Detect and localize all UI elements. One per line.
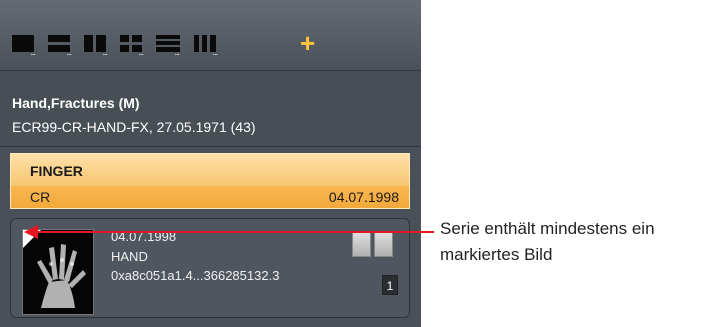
add-layout-button[interactable]: + <box>300 30 315 56</box>
callout-arrow-icon <box>24 225 38 239</box>
split-view-right-icon[interactable] <box>374 231 393 257</box>
layout-3x1-icon[interactable]: ... <box>194 35 218 57</box>
split-view-left-icon[interactable] <box>352 231 371 257</box>
layout-1x3-icon[interactable]: ... <box>156 35 180 57</box>
patient-header[interactable]: Hand,Fractures (M) ECR99-CR-HAND-FX, 27.… <box>0 71 421 147</box>
layout-2x1-icon[interactable]: ... <box>84 35 108 57</box>
callout-line <box>36 231 434 233</box>
callout-text: Serie enthält mindestens ein markiertes … <box>440 219 655 264</box>
layout-1x2-icon[interactable]: ... <box>48 35 72 57</box>
patient-info: ECR99-CR-HAND-FX, 27.05.1971 (43) <box>12 119 256 135</box>
layout-toolbar: ... ... ... ... ... ... + <box>0 0 421 71</box>
study-modality: CR <box>30 189 51 205</box>
series-item[interactable]: 04.07.1998 HAND 0xa8c051a1.4...366285132… <box>10 218 410 318</box>
series-browser-panel: ... ... ... ... ... ... + Hand,Fractures… <box>0 0 421 327</box>
series-body-part: HAND <box>111 249 148 264</box>
patient-name: Hand,Fractures (M) <box>12 95 140 111</box>
image-count-badge: 1 <box>382 275 398 295</box>
study-description: FINGER <box>30 163 83 179</box>
study-item-selected[interactable]: FINGER CR 04.07.1998 <box>10 153 410 209</box>
study-date: 04.07.1998 <box>328 189 399 205</box>
series-uid: 0xa8c051a1.4...366285132.3 <box>111 268 280 283</box>
series-thumbnail[interactable] <box>22 229 94 315</box>
layout-2x2-icon[interactable]: ... <box>120 35 144 57</box>
layout-1x1-icon[interactable]: ... <box>12 35 36 57</box>
